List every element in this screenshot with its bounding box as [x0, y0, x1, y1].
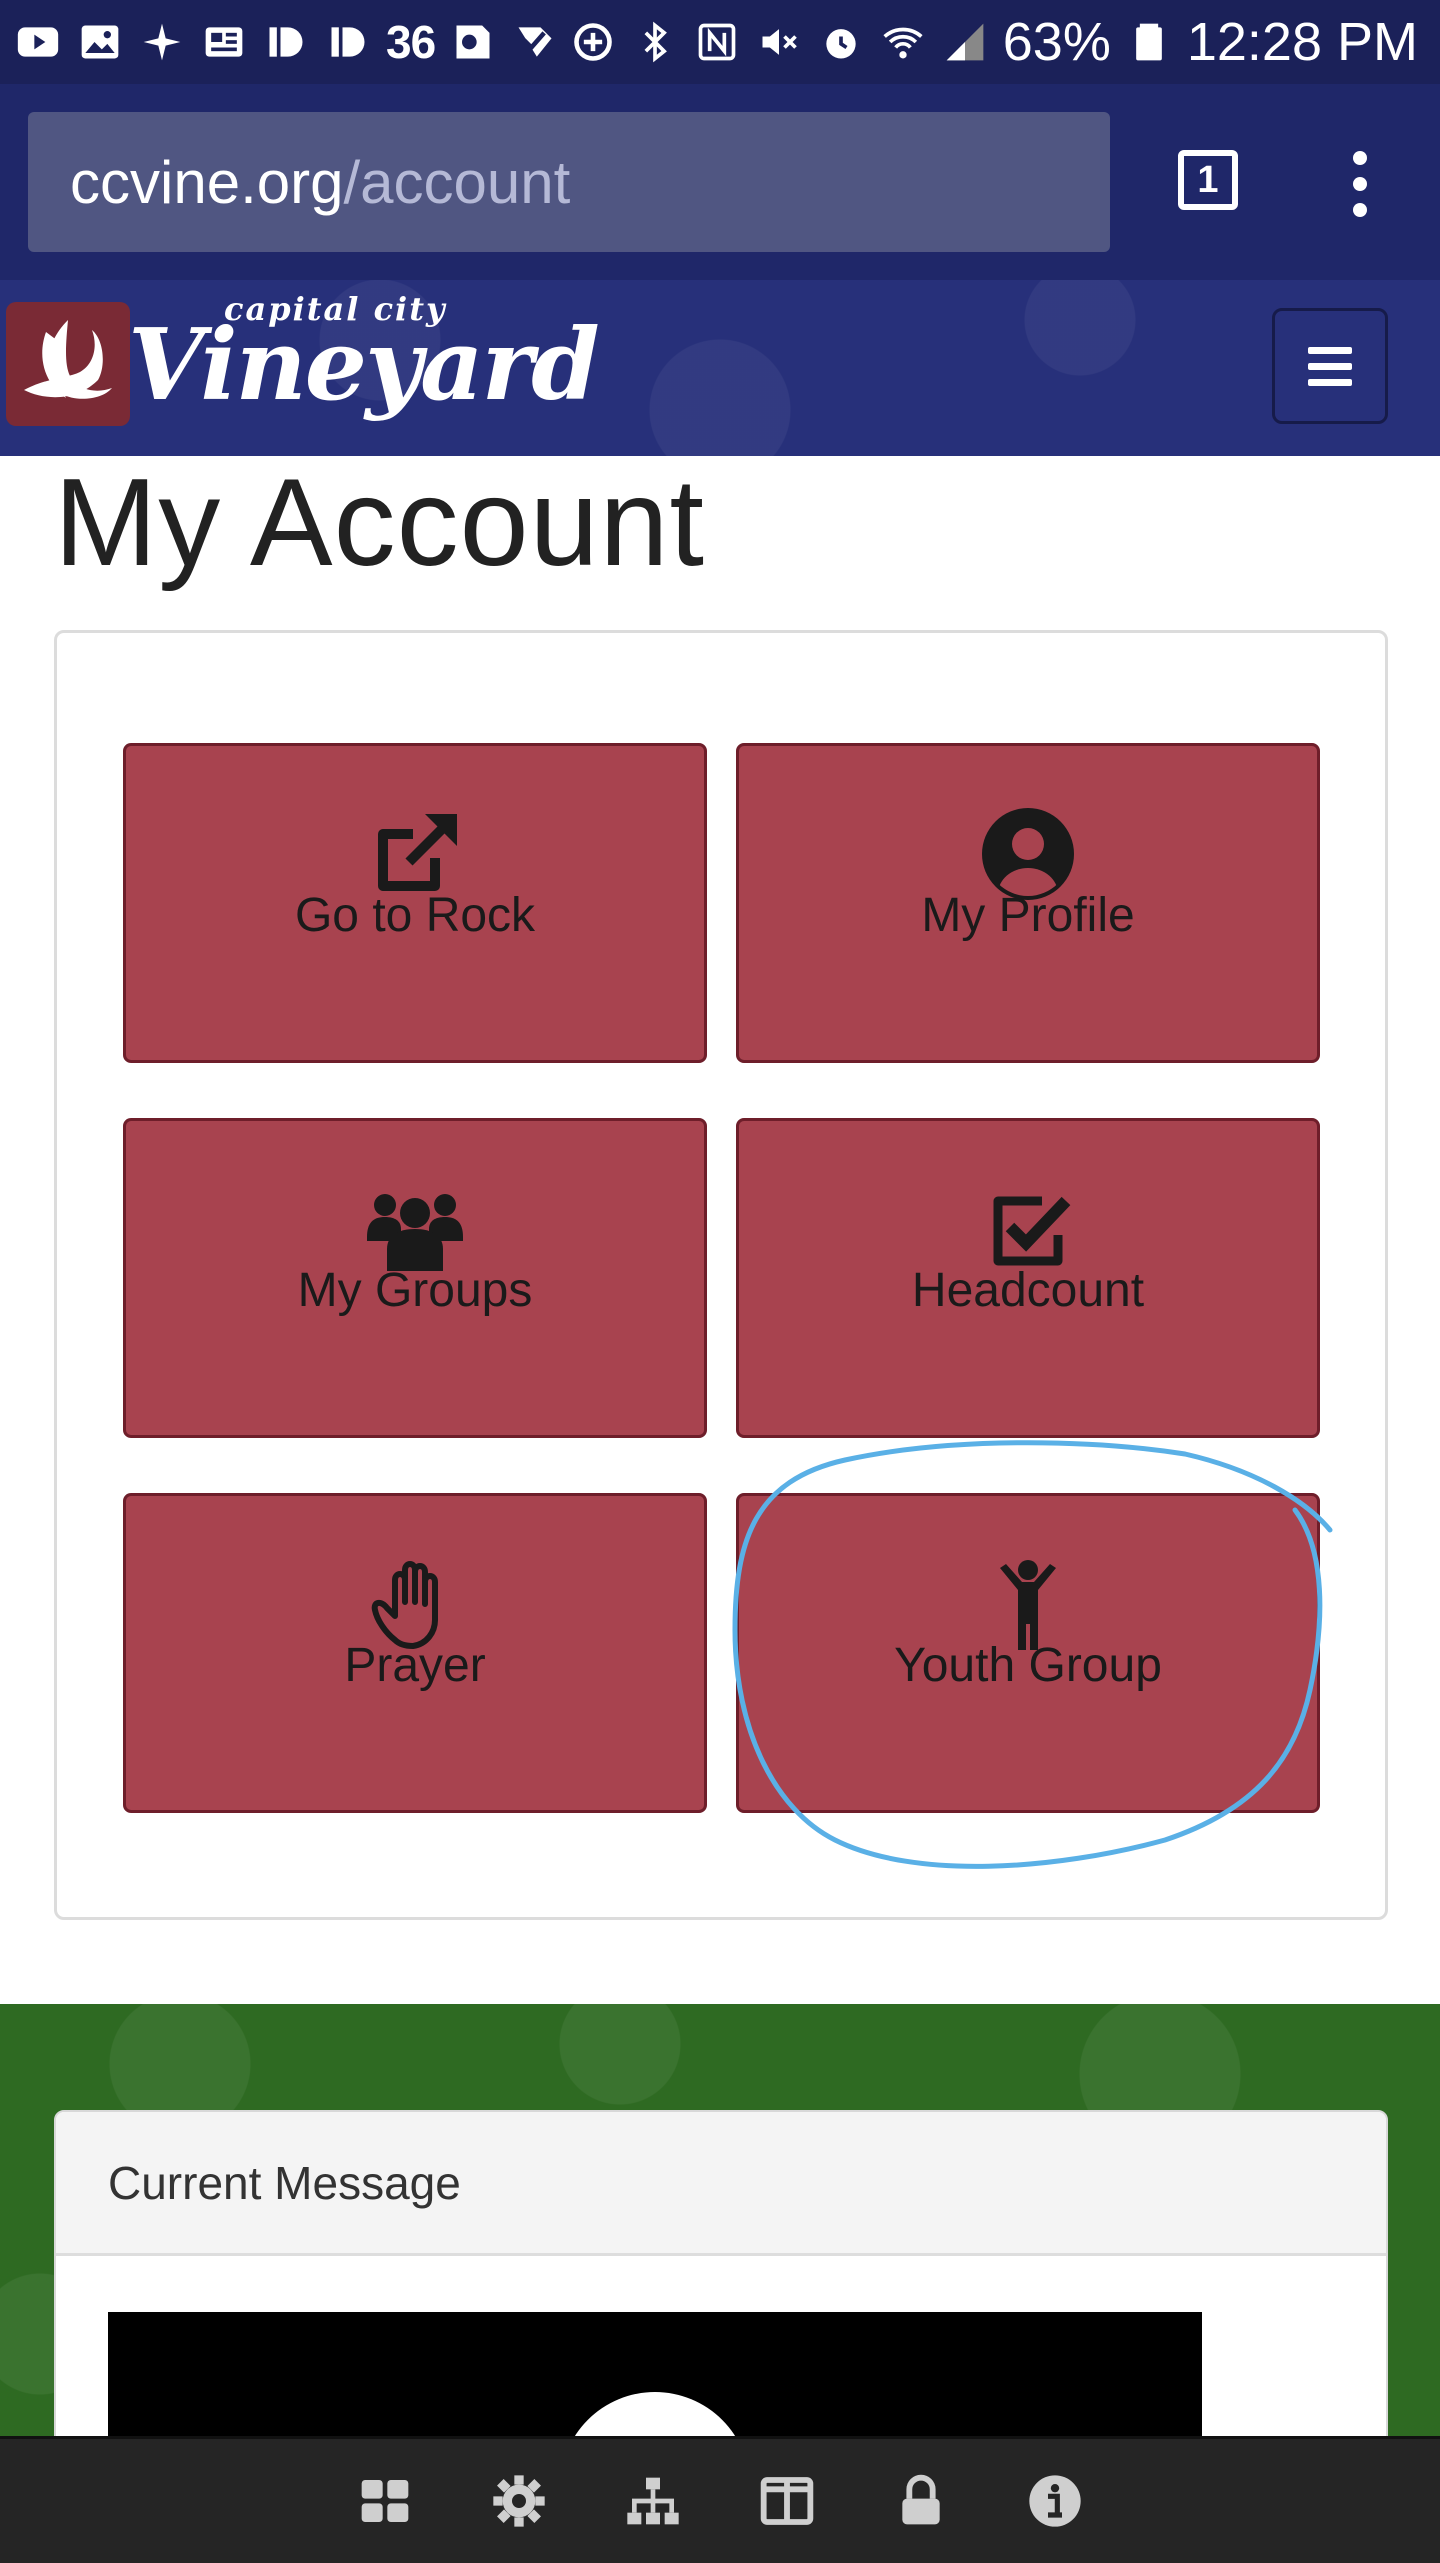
sitemap-icon[interactable]	[625, 2473, 681, 2529]
battery-icon	[1125, 18, 1173, 66]
current-message-heading: Current Message	[56, 2112, 1386, 2256]
tile-label: Go to Rock	[294, 889, 536, 942]
check-flag-icon	[511, 18, 559, 66]
headcount-button[interactable]: Headcount	[736, 1118, 1320, 1438]
grid-icon[interactable]	[357, 2473, 413, 2529]
gear-icon[interactable]	[491, 2473, 547, 2529]
signal-icon	[941, 18, 989, 66]
youtube-icon	[14, 18, 62, 66]
battery-percent: 63%	[1002, 12, 1111, 72]
my-profile-button[interactable]: My Profile	[736, 743, 1320, 1063]
current-message-card: Current Message	[54, 2110, 1388, 2450]
nfc-icon	[693, 18, 741, 66]
app-d-icon-2	[324, 18, 372, 66]
vineyard-logo-icon[interactable]	[6, 302, 130, 426]
tab-switcher-button[interactable]: 1	[1178, 150, 1238, 210]
hamburger-line	[1308, 346, 1352, 354]
clock: 12:28 PM	[1186, 12, 1418, 72]
columns-icon[interactable]	[759, 2473, 815, 2529]
notification-count: 36	[386, 16, 436, 68]
info-icon[interactable]	[1027, 2473, 1083, 2529]
my-groups-button[interactable]: My Groups	[123, 1118, 707, 1438]
status-bar: 36 63% 12:28 PM	[0, 0, 1440, 84]
hamburger-menu-button[interactable]	[1272, 308, 1388, 424]
url-host: ccvine.org	[70, 148, 344, 216]
browser-toolbar: ccvine.org/account 1	[0, 84, 1440, 280]
message-video[interactable]	[108, 2312, 1202, 2448]
tile-label: My Profile	[921, 889, 1135, 942]
pinwheel-icon	[138, 18, 186, 66]
overflow-menu-icon[interactable]	[1330, 144, 1390, 224]
data-saver-icon	[569, 18, 617, 66]
alarm-icon	[817, 18, 865, 66]
app-d-icon	[262, 18, 310, 66]
tile-label: My Groups	[297, 1264, 533, 1317]
page-title: My Account	[54, 454, 705, 592]
prayer-button[interactable]: Prayer	[123, 1493, 707, 1813]
admin-toolbar	[0, 2436, 1440, 2563]
logo-wordmark[interactable]: Vineyard	[128, 308, 600, 423]
hamburger-line	[1308, 362, 1352, 370]
go-to-rock-button[interactable]: Go to Rock	[123, 743, 707, 1063]
news-icon	[200, 18, 248, 66]
tile-label: Headcount	[911, 1264, 1145, 1317]
hamburger-line	[1308, 378, 1352, 386]
tile-label: Youth Group	[894, 1639, 1162, 1692]
wifi-icon	[879, 18, 927, 66]
url-path: /account	[343, 148, 571, 216]
lock-icon[interactable]	[893, 2473, 949, 2529]
image-icon	[76, 18, 124, 66]
mute-icon	[755, 18, 803, 66]
tile-label: Prayer	[344, 1639, 486, 1692]
bluetooth-icon	[631, 18, 679, 66]
youth-group-button[interactable]: Youth Group	[736, 1493, 1320, 1813]
url-bar[interactable]: ccvine.org/account	[28, 112, 1110, 252]
maps-icon	[449, 18, 497, 66]
account-panel: Go to Rock My Profile My Groups Headcoun…	[54, 630, 1388, 1920]
status-system: 63% 12:28 PM	[569, 11, 1418, 73]
site-header: capital city Vineyard	[0, 280, 1440, 456]
status-notifications: 36	[14, 15, 559, 69]
